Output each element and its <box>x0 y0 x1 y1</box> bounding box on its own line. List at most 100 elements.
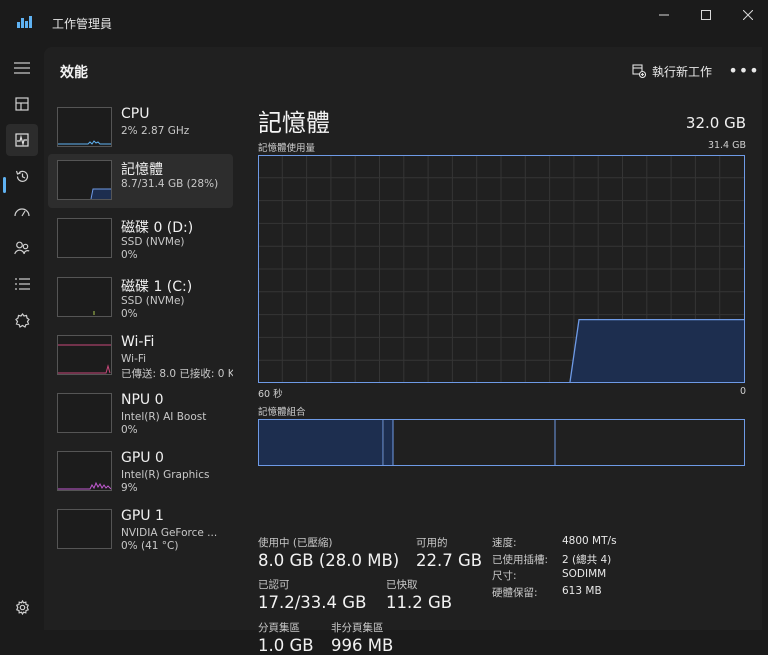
stat-value: 17.2/33.4 GB <box>258 593 367 612</box>
stat-value: 1.0 GB <box>258 636 314 655</box>
wifi-thumbnail-graph <box>57 335 112 375</box>
composition-modified <box>384 420 393 465</box>
sidebar-item-memory[interactable]: 記憶體 8.7/31.4 GB (28%) <box>48 154 233 208</box>
detail-value: 2 (總共 4) <box>562 553 612 566</box>
gpu1-thumbnail-graph <box>57 509 112 549</box>
detail-key: 尺寸: <box>492 570 517 582</box>
usage-chart-max: 31.4 GB <box>707 140 746 151</box>
performance-icon <box>15 133 29 147</box>
memory-composition-bar <box>258 419 745 466</box>
stat-available: 可用的 22.7 GB <box>416 535 482 570</box>
stat-label: 已快取 <box>386 579 418 591</box>
memory-usage-chart <box>258 155 745 383</box>
sidebar-item-detail: NVIDIA GeForce ... <box>121 527 218 539</box>
app-history-icon <box>15 170 28 182</box>
performance-sidebar: CPU 2% 2.87 GHz 記憶體 8.7/31.4 GB (28%) 磁碟… <box>48 99 233 629</box>
stat-cached: 已快取 11.2 GB <box>386 577 452 612</box>
services-icon <box>14 312 30 328</box>
composition-label: 記憶體組合 <box>258 407 306 418</box>
run-new-task-icon <box>632 64 646 78</box>
sidebar-item-usage: 0% <box>121 424 138 436</box>
maximize-button[interactable] <box>686 4 726 26</box>
sidebar-item-detail: Wi-Fi <box>121 353 147 365</box>
close-icon <box>743 10 753 20</box>
memory-usage-area <box>570 319 744 382</box>
sidebar-item-detail: 2% 2.87 GHz <box>121 125 190 137</box>
hamburger-menu-icon <box>14 62 30 74</box>
settings-icon <box>15 599 29 615</box>
gpu0-thumbnail-graph <box>57 451 112 491</box>
detail-row: 速度: 4800 MT/s <box>492 535 617 552</box>
sidebar-item-detail: SSD (NVMe) <box>121 236 185 248</box>
sidebar-item-detail: SSD (NVMe) <box>121 295 185 307</box>
composition-in-use <box>259 420 383 465</box>
detail-key: 已使用插槽: <box>492 553 549 566</box>
sidebar-item-usage: 0% <box>121 308 138 320</box>
total-memory: 32.0 GB <box>685 114 746 132</box>
detail-key: 硬體保留: <box>492 586 538 599</box>
nav-startup-apps[interactable] <box>6 196 38 228</box>
sidebar-item-usage: 9% <box>121 482 138 494</box>
users-icon <box>14 241 30 255</box>
cpu-thumbnail-graph <box>57 107 112 147</box>
nav-services[interactable] <box>6 304 38 336</box>
stat-value: 11.2 GB <box>386 593 453 612</box>
stat-in-use: 使用中 (已壓縮) 8.0 GB (28.0 MB) <box>258 535 399 570</box>
minimize-button[interactable] <box>644 4 684 26</box>
run-new-task-button[interactable]: 執行新工作 <box>632 60 712 82</box>
processes-icon <box>15 97 29 111</box>
stat-paged-pool: 分頁集區 1.0 GB <box>258 620 314 655</box>
panel-title: 記憶體 <box>258 109 330 137</box>
detail-row: 尺寸: SODIMM <box>492 568 617 585</box>
stat-label: 分頁集區 <box>258 622 300 634</box>
sidebar-item-name: NPU 0 <box>121 392 164 408</box>
sidebar-item-gpu-0[interactable]: GPU 0 Intel(R) Graphics 9% <box>48 445 233 499</box>
hamburger-menu-button[interactable] <box>6 52 38 84</box>
stat-label: 已認可 <box>258 579 290 591</box>
content-area: 效能 執行新工作 ••• CPU 2% 2.87 GHz 記憶體 8.7/31.… <box>44 47 762 655</box>
detail-value: SODIMM <box>562 568 607 580</box>
stat-value: 22.7 GB <box>416 551 483 570</box>
details-icon <box>14 278 30 290</box>
sidebar-item-disk-0[interactable]: 磁碟 0 (D:) SSD (NVMe) 0% <box>48 212 233 266</box>
npu-thumbnail-graph <box>57 393 112 433</box>
stat-value: 8.0 GB (28.0 MB) <box>258 551 400 570</box>
sidebar-item-throughput: 已傳送: 8.0 已接收: 0 Kbps <box>121 368 233 380</box>
startup-apps-icon <box>14 208 30 217</box>
memory-thumbnail-graph <box>57 160 112 200</box>
nav-app-history[interactable] <box>6 160 38 192</box>
window-title: 工作管理員 <box>52 17 113 31</box>
stat-label: 可用的 <box>416 537 448 549</box>
sidebar-item-disk-1[interactable]: 磁碟 1 (C:) SSD (NVMe) 0% <box>48 271 233 325</box>
more-options-button[interactable]: ••• <box>728 59 758 81</box>
settings-button[interactable] <box>6 591 38 623</box>
time-axis-end: 0 <box>739 386 746 397</box>
nav-performance[interactable] <box>6 124 38 156</box>
sidebar-item-npu-0[interactable]: NPU 0 Intel(R) AI Boost 0% <box>48 387 233 441</box>
sidebar-item-detail: Intel(R) AI Boost <box>121 411 207 423</box>
navigation-rail <box>0 44 44 630</box>
sidebar-item-name: 磁碟 0 (D:) <box>121 220 194 236</box>
task-manager-app-icon <box>17 16 32 28</box>
stat-label: 非分頁集區 <box>331 622 384 634</box>
sidebar-item-cpu[interactable]: CPU 2% 2.87 GHz <box>48 101 233 155</box>
title-bar: 工作管理員 <box>0 0 768 44</box>
stat-committed: 已認可 17.2/33.4 GB <box>258 577 366 612</box>
run-new-task-label: 執行新工作 <box>652 64 713 79</box>
sidebar-item-detail: Intel(R) Graphics <box>121 469 210 481</box>
close-button[interactable] <box>728 4 768 26</box>
nav-details[interactable] <box>6 268 38 300</box>
disk0-thumbnail-graph <box>57 218 112 258</box>
stat-value: 996 MB <box>331 636 394 655</box>
memory-hardware-details: 速度: 4800 MT/s 已使用插槽: 2 (總共 4) 尺寸: SODIMM 硬體… <box>492 535 617 601</box>
time-axis-start: 60 秒 <box>258 389 283 400</box>
detail-row: 已使用插槽: 2 (總共 4) <box>492 552 617 569</box>
nav-users[interactable] <box>6 232 38 264</box>
nav-processes[interactable] <box>6 88 38 120</box>
sidebar-item-gpu-1[interactable]: GPU 1 NVIDIA GeForce ... 0% (41 °C) <box>48 503 233 557</box>
memory-detail-panel: 記憶體 32.0 GB 記憶體使用量 31.4 GB 60 秒 0 記憶體組合 … <box>258 99 750 655</box>
maximize-icon <box>701 10 711 20</box>
detail-value: 613 MB <box>562 584 602 597</box>
disk1-thumbnail-graph <box>57 277 112 317</box>
sidebar-item-wifi[interactable]: Wi-Fi Wi-Fi 已傳送: 8.0 已接收: 0 Kbps <box>48 329 233 383</box>
